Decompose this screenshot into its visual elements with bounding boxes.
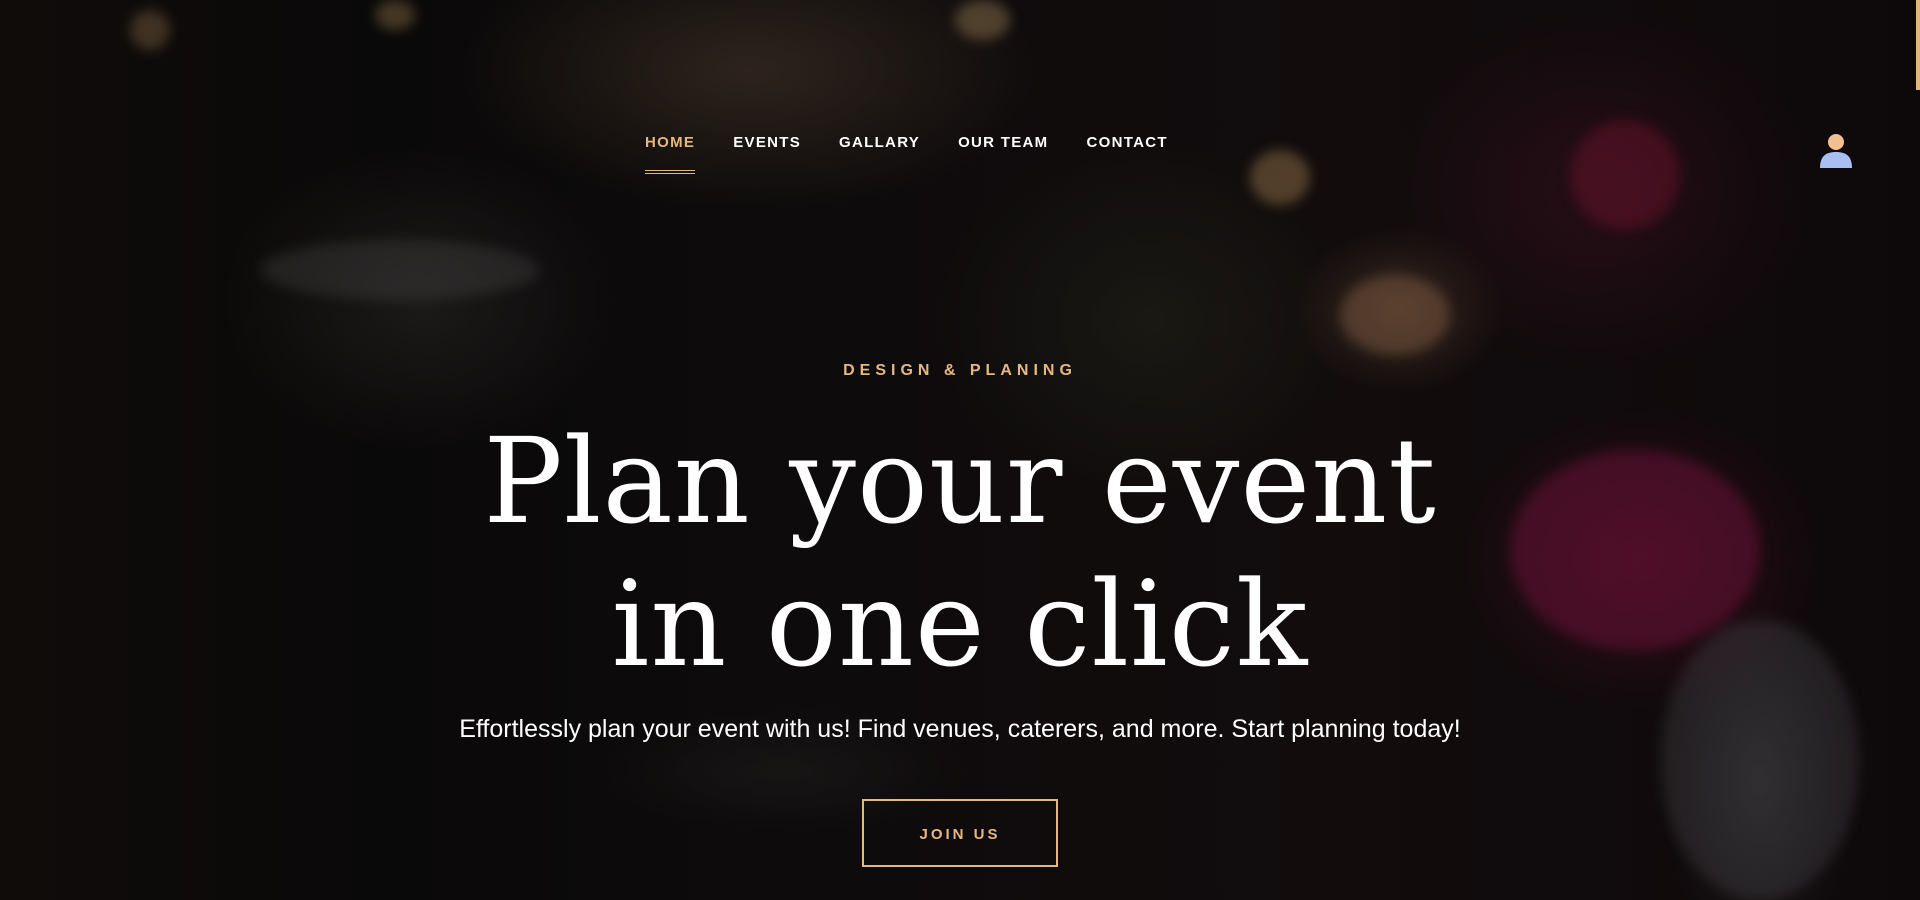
hero-title-line-2: in one click [611, 555, 1309, 693]
user-account-button[interactable] [1818, 132, 1854, 170]
background-light [1340, 275, 1450, 355]
nav-item-home[interactable]: HOME [645, 134, 696, 174]
hero-title: Plan your event in one click [0, 410, 1920, 696]
nav-item-gallary[interactable]: GALLARY [839, 134, 920, 151]
nav-item-our-team[interactable]: OUR TEAM [958, 134, 1048, 151]
background-light [1250, 150, 1310, 205]
nav-item-events[interactable]: EVENTS [733, 134, 801, 151]
hero-eyebrow: DESIGN & PLANING [843, 362, 1077, 379]
nav-item-contact[interactable]: CONTACT [1086, 134, 1167, 151]
hero-title-line-1: Plan your event [483, 412, 1437, 550]
join-us-button[interactable]: JOIN US [862, 799, 1058, 867]
scroll-indicator[interactable] [1916, 0, 1920, 90]
background-light [955, 0, 1010, 40]
background-light [375, 0, 415, 30]
background-light [130, 10, 170, 50]
background-light [1570, 120, 1680, 230]
hero-content: DESIGN & PLANING Plan your event in one … [0, 362, 1920, 867]
hero-subtitle: Effortlessly plan your event with us! Fi… [459, 715, 1461, 743]
user-icon [1820, 134, 1852, 168]
background-light [260, 240, 540, 300]
main-navigation: HOME EVENTS GALLARY OUR TEAM CONTACT [645, 134, 1168, 174]
hero-section: HOME EVENTS GALLARY OUR TEAM CONTACT DES… [0, 0, 1920, 900]
